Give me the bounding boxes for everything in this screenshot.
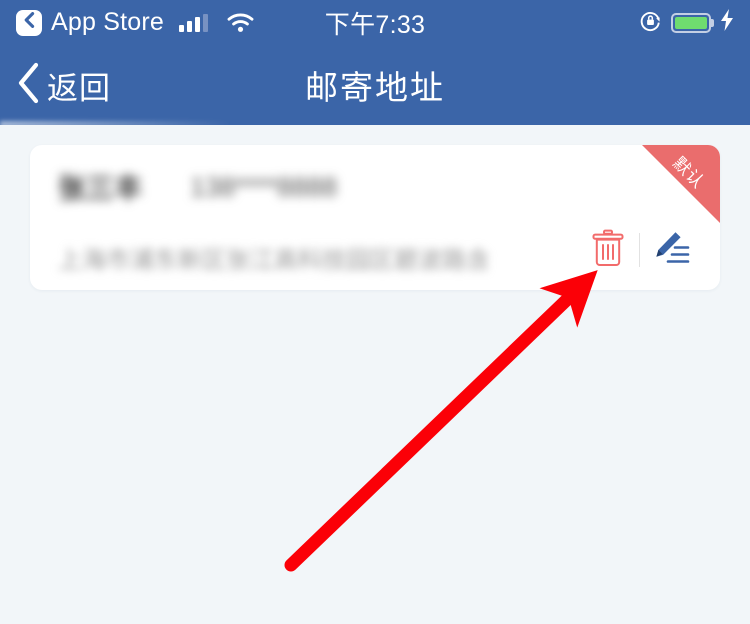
status-bar: App Store 下午7:33: [0, 0, 750, 45]
address-list: 张三丰 138****8888 上海市浦东新区张江高科技园区碧波路含笑路 默认: [0, 125, 750, 624]
lightning-bolt-icon: [720, 9, 734, 36]
address-card-header: 张三丰 138****8888: [58, 167, 337, 207]
address-card-actions: [577, 222, 702, 278]
delete-address-button[interactable]: [577, 222, 639, 278]
recipient-name: 张三丰: [58, 173, 143, 204]
address-card[interactable]: 张三丰 138****8888 上海市浦东新区张江高科技园区碧波路含笑路 默认: [30, 145, 720, 290]
address-detail: 上海市浦东新区张江高科技园区碧波路含笑路: [58, 247, 488, 274]
navigation-bar: 返回 邮寄地址: [0, 45, 750, 128]
recipient-phone: 138****8888: [190, 171, 338, 202]
status-bar-time: 下午7:33: [324, 10, 426, 39]
status-bar-left-group: App Store: [16, 8, 255, 37]
default-address-badge: 默认: [642, 145, 720, 223]
edit-pencil-icon: [651, 230, 691, 271]
phone-screen: App Store 下午7:33 返回 邮寄地址 张三丰 138****8888…: [0, 0, 750, 624]
page-title: 邮寄地址: [305, 69, 445, 106]
chevron-left-icon: [23, 12, 36, 33]
edit-address-button[interactable]: [640, 222, 702, 278]
battery-icon: [671, 12, 714, 33]
cellular-signal-icon: [178, 13, 208, 32]
wifi-icon: [226, 12, 255, 33]
status-bar-right-group: [639, 9, 734, 37]
trash-icon: [591, 229, 625, 272]
status-bar-app-name[interactable]: App Store: [51, 8, 164, 37]
app-store-return-button[interactable]: [16, 9, 42, 36]
rotation-lock-icon: [639, 9, 662, 37]
